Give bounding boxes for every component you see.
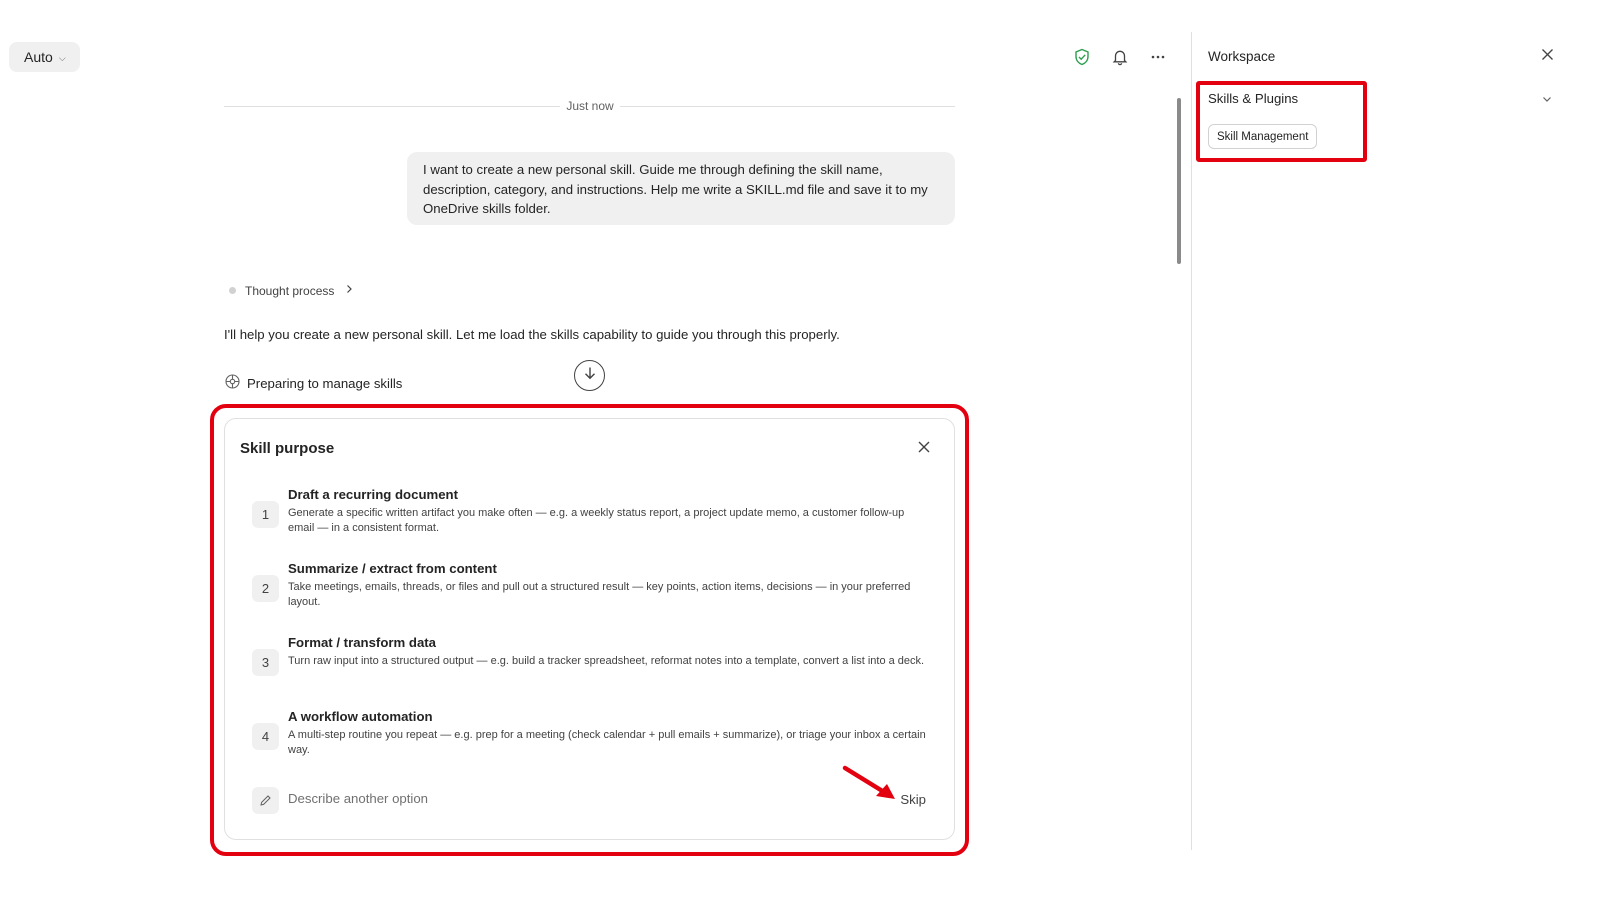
close-card-button[interactable] <box>913 438 935 460</box>
option-title: Format / transform data <box>288 635 437 650</box>
timestamp: Just now <box>560 99 620 113</box>
option-number: 4 <box>252 723 279 750</box>
close-workspace-button[interactable] <box>1536 46 1558 68</box>
option-4[interactable]: 4 A workflow automation A multi-step rou… <box>252 709 932 771</box>
option-title: A workflow automation <box>288 709 433 724</box>
option-title: Summarize / extract from content <box>288 561 497 576</box>
option-2[interactable]: 2 Summarize / extract from content Take … <box>252 561 932 623</box>
option-number: 3 <box>252 649 279 676</box>
option-number: 2 <box>252 575 279 602</box>
option-description: Generate a specific written artifact you… <box>288 507 905 534</box>
close-icon <box>917 440 931 459</box>
chat-scrollbar[interactable] <box>1177 98 1181 264</box>
divider-left <box>224 106 560 107</box>
mode-label: Auto <box>24 49 53 65</box>
assistant-message: I'll help you create a new personal skil… <box>224 327 840 342</box>
chevron-down-icon[interactable] <box>1538 90 1556 108</box>
skill-management-chip[interactable]: Skill Management <box>1208 124 1318 149</box>
skills-icon <box>224 373 241 393</box>
mode-selector[interactable]: Auto ⌵ <box>9 42 80 72</box>
status-row: Preparing to manage skills <box>224 373 402 393</box>
divider-right <box>620 106 955 107</box>
close-icon <box>1541 48 1554 66</box>
status-text: Preparing to manage skills <box>247 375 403 391</box>
option-number: 1 <box>252 501 279 528</box>
skip-button[interactable]: Skip <box>900 792 926 807</box>
arrow-down-icon <box>582 365 598 386</box>
pane-divider <box>1191 32 1192 850</box>
option-1[interactable]: 1 Draft a recurring document Generate a … <box>252 487 932 549</box>
card-title: Skill purpose <box>240 440 335 457</box>
thought-process-toggle[interactable]: Thought process <box>229 283 355 298</box>
other-option-row: Skip <box>252 787 932 814</box>
scroll-to-bottom-button[interactable] <box>574 360 605 391</box>
option-title: Draft a recurring document <box>288 487 459 502</box>
user-message: I want to create a new personal skill. G… <box>407 152 955 225</box>
pencil-icon <box>252 787 279 814</box>
skills-plugins-section-header[interactable]: Skills & Plugins <box>1208 91 1298 106</box>
bell-icon[interactable] <box>1107 44 1133 70</box>
status-dot-icon <box>229 287 236 294</box>
thought-label: Thought process <box>245 283 335 298</box>
more-icon[interactable] <box>1145 44 1171 70</box>
workspace-title: Workspace <box>1208 49 1276 64</box>
chevron-right-icon <box>343 283 355 298</box>
chevron-down-icon: ⌵ <box>58 52 66 63</box>
shield-check-icon[interactable] <box>1069 44 1095 70</box>
option-description: A multi-step routine you repeat — e.g. p… <box>288 729 926 756</box>
other-option-input[interactable] <box>288 791 808 806</box>
annotation-arrow-icon <box>842 765 898 801</box>
option-description: Take meetings, emails, threads, or files… <box>288 581 911 608</box>
option-description: Turn raw input into a structured output … <box>288 655 925 667</box>
option-3[interactable]: 3 Format / transform data Turn raw input… <box>252 635 932 697</box>
